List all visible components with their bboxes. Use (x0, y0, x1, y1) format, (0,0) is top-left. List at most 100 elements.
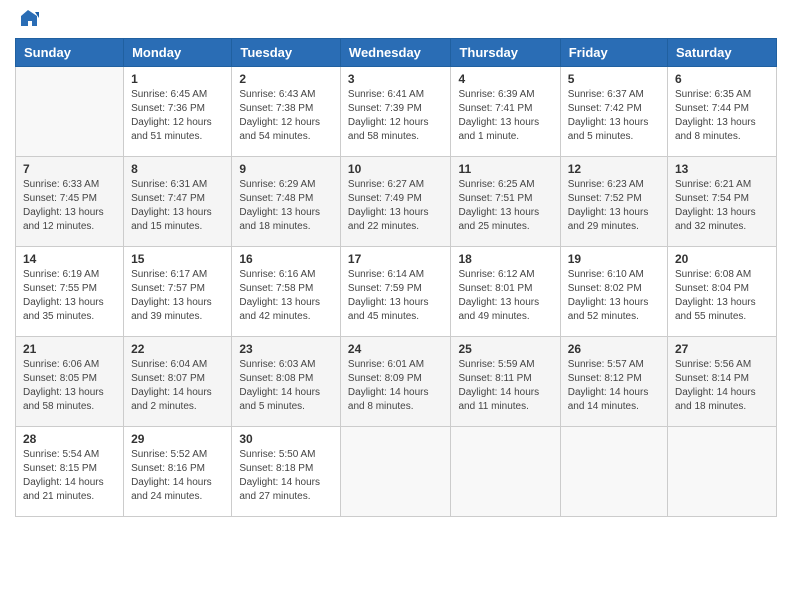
day-number: 10 (348, 162, 444, 176)
page: SundayMondayTuesdayWednesdayThursdayFrid… (0, 0, 792, 612)
calendar-cell: 11 Sunrise: 6:25 AMSunset: 7:51 PMDayligh… (451, 157, 560, 247)
day-info: Sunrise: 6:14 AMSunset: 7:59 PMDaylight:… (348, 268, 444, 324)
day-number: 14 (23, 252, 116, 266)
day-info: Sunrise: 6:33 AMSunset: 7:45 PMDaylight:… (23, 178, 116, 234)
calendar-cell: 12 Sunrise: 6:23 AMSunset: 7:52 PMDayligh… (560, 157, 667, 247)
day-info: Sunrise: 5:56 AMSunset: 8:14 PMDaylight:… (675, 358, 769, 414)
day-info: Sunrise: 6:41 AMSunset: 7:39 PMDaylight:… (348, 88, 444, 144)
day-number: 2 (239, 72, 333, 86)
calendar-week-row: 14 Sunrise: 6:19 AMSunset: 7:55 PMDayligh… (16, 247, 777, 337)
calendar-cell: 2 Sunrise: 6:43 AMSunset: 7:38 PMDaylight… (232, 67, 341, 157)
calendar-cell (560, 427, 667, 517)
day-number: 6 (675, 72, 769, 86)
day-info: Sunrise: 5:54 AMSunset: 8:15 PMDaylight:… (23, 448, 116, 504)
calendar-cell: 9 Sunrise: 6:29 AMSunset: 7:48 PMDaylight… (232, 157, 341, 247)
day-info: Sunrise: 6:12 AMSunset: 8:01 PMDaylight:… (458, 268, 552, 324)
day-number: 1 (131, 72, 224, 86)
day-info: Sunrise: 5:50 AMSunset: 8:18 PMDaylight:… (239, 448, 333, 504)
calendar-cell: 13 Sunrise: 6:21 AMSunset: 7:54 PMDayligh… (668, 157, 777, 247)
logo-icon (17, 8, 39, 30)
day-number: 27 (675, 342, 769, 356)
day-header-tuesday: Tuesday (232, 39, 341, 67)
calendar-week-row: 1 Sunrise: 6:45 AMSunset: 7:36 PMDaylight… (16, 67, 777, 157)
calendar-header-row: SundayMondayTuesdayWednesdayThursdayFrid… (16, 39, 777, 67)
calendar-cell (668, 427, 777, 517)
day-number: 16 (239, 252, 333, 266)
calendar-cell: 15 Sunrise: 6:17 AMSunset: 7:57 PMDayligh… (124, 247, 232, 337)
day-header-thursday: Thursday (451, 39, 560, 67)
day-number: 21 (23, 342, 116, 356)
day-info: Sunrise: 6:31 AMSunset: 7:47 PMDaylight:… (131, 178, 224, 234)
day-info: Sunrise: 6:45 AMSunset: 7:36 PMDaylight:… (131, 88, 224, 144)
day-number: 12 (568, 162, 660, 176)
day-info: Sunrise: 6:37 AMSunset: 7:42 PMDaylight:… (568, 88, 660, 144)
day-info: Sunrise: 6:03 AMSunset: 8:08 PMDaylight:… (239, 358, 333, 414)
day-number: 15 (131, 252, 224, 266)
calendar-cell: 23 Sunrise: 6:03 AMSunset: 8:08 PMDayligh… (232, 337, 341, 427)
calendar-cell: 21 Sunrise: 6:06 AMSunset: 8:05 PMDayligh… (16, 337, 124, 427)
day-info: Sunrise: 5:52 AMSunset: 8:16 PMDaylight:… (131, 448, 224, 504)
logo (15, 10, 39, 30)
calendar-cell: 24Sunrise: 6:01 AMSunset: 8:09 PMDayligh… (340, 337, 451, 427)
calendar-cell: 22 Sunrise: 6:04 AMSunset: 8:07 PMDayligh… (124, 337, 232, 427)
calendar: SundayMondayTuesdayWednesdayThursdayFrid… (15, 38, 777, 517)
day-info: Sunrise: 6:04 AMSunset: 8:07 PMDaylight:… (131, 358, 224, 414)
calendar-cell: 25Sunrise: 5:59 AMSunset: 8:11 PMDayligh… (451, 337, 560, 427)
calendar-cell (16, 67, 124, 157)
calendar-cell: 3 Sunrise: 6:41 AMSunset: 7:39 PMDaylight… (340, 67, 451, 157)
calendar-cell: 4Sunrise: 6:39 AMSunset: 7:41 PMDaylight… (451, 67, 560, 157)
calendar-cell: 14 Sunrise: 6:19 AMSunset: 7:55 PMDayligh… (16, 247, 124, 337)
day-number: 8 (131, 162, 224, 176)
day-info: Sunrise: 6:06 AMSunset: 8:05 PMDaylight:… (23, 358, 116, 414)
calendar-cell: 27 Sunrise: 5:56 AMSunset: 8:14 PMDayligh… (668, 337, 777, 427)
day-info: Sunrise: 6:19 AMSunset: 7:55 PMDaylight:… (23, 268, 116, 324)
day-number: 9 (239, 162, 333, 176)
calendar-cell: 10 Sunrise: 6:27 AMSunset: 7:49 PMDayligh… (340, 157, 451, 247)
calendar-cell: 20Sunrise: 6:08 AMSunset: 8:04 PMDayligh… (668, 247, 777, 337)
day-info: Sunrise: 6:43 AMSunset: 7:38 PMDaylight:… (239, 88, 333, 144)
day-info: Sunrise: 6:17 AMSunset: 7:57 PMDaylight:… (131, 268, 224, 324)
day-header-sunday: Sunday (16, 39, 124, 67)
day-info: Sunrise: 6:16 AMSunset: 7:58 PMDaylight:… (239, 268, 333, 324)
calendar-week-row: 7 Sunrise: 6:33 AMSunset: 7:45 PMDaylight… (16, 157, 777, 247)
calendar-week-row: 28 Sunrise: 5:54 AMSunset: 8:15 PMDayligh… (16, 427, 777, 517)
day-info: Sunrise: 6:29 AMSunset: 7:48 PMDaylight:… (239, 178, 333, 234)
calendar-cell (451, 427, 560, 517)
day-number: 20 (675, 252, 769, 266)
day-number: 4 (458, 72, 552, 86)
calendar-cell: 7 Sunrise: 6:33 AMSunset: 7:45 PMDaylight… (16, 157, 124, 247)
day-number: 22 (131, 342, 224, 356)
day-number: 26 (568, 342, 660, 356)
day-header-wednesday: Wednesday (340, 39, 451, 67)
day-header-saturday: Saturday (668, 39, 777, 67)
calendar-cell: 26 Sunrise: 5:57 AMSunset: 8:12 PMDayligh… (560, 337, 667, 427)
day-number: 28 (23, 432, 116, 446)
day-info: Sunrise: 6:25 AMSunset: 7:51 PMDaylight:… (458, 178, 552, 234)
day-info: Sunrise: 6:35 AMSunset: 7:44 PMDaylight:… (675, 88, 769, 144)
day-number: 24 (348, 342, 444, 356)
day-number: 13 (675, 162, 769, 176)
calendar-cell: 19 Sunrise: 6:10 AMSunset: 8:02 PMDayligh… (560, 247, 667, 337)
calendar-cell: 28 Sunrise: 5:54 AMSunset: 8:15 PMDayligh… (16, 427, 124, 517)
calendar-cell: 30 Sunrise: 5:50 AMSunset: 8:18 PMDayligh… (232, 427, 341, 517)
day-number: 19 (568, 252, 660, 266)
day-header-friday: Friday (560, 39, 667, 67)
day-info: Sunrise: 6:23 AMSunset: 7:52 PMDaylight:… (568, 178, 660, 234)
day-number: 11 (458, 162, 552, 176)
day-number: 23 (239, 342, 333, 356)
day-number: 25 (458, 342, 552, 356)
calendar-cell: 8 Sunrise: 6:31 AMSunset: 7:47 PMDaylight… (124, 157, 232, 247)
day-number: 29 (131, 432, 224, 446)
calendar-cell: 18Sunrise: 6:12 AMSunset: 8:01 PMDayligh… (451, 247, 560, 337)
calendar-cell: 1 Sunrise: 6:45 AMSunset: 7:36 PMDaylight… (124, 67, 232, 157)
day-info: Sunrise: 5:57 AMSunset: 8:12 PMDaylight:… (568, 358, 660, 414)
header (15, 10, 777, 30)
day-number: 30 (239, 432, 333, 446)
calendar-cell (340, 427, 451, 517)
calendar-cell: 5Sunrise: 6:37 AMSunset: 7:42 PMDaylight… (560, 67, 667, 157)
day-info: Sunrise: 6:21 AMSunset: 7:54 PMDaylight:… (675, 178, 769, 234)
day-number: 3 (348, 72, 444, 86)
day-info: Sunrise: 6:10 AMSunset: 8:02 PMDaylight:… (568, 268, 660, 324)
day-info: Sunrise: 6:27 AMSunset: 7:49 PMDaylight:… (348, 178, 444, 234)
day-number: 7 (23, 162, 116, 176)
